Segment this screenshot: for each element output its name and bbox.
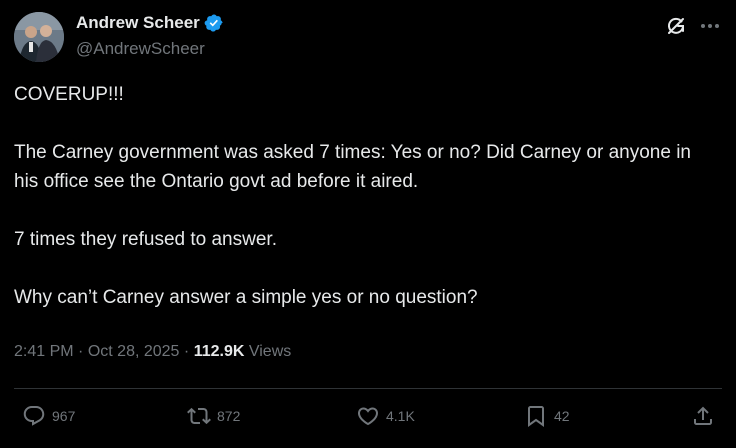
action-bar: 967 872 4.1K 42 bbox=[0, 400, 736, 436]
more-icon[interactable] bbox=[698, 14, 722, 38]
like-button[interactable]: 4.1K bbox=[356, 404, 415, 428]
reply-count: 967 bbox=[52, 408, 76, 424]
reply-button[interactable]: 967 bbox=[22, 404, 75, 428]
avatar[interactable] bbox=[14, 12, 64, 62]
display-name[interactable]: Andrew Scheer bbox=[76, 13, 200, 33]
meta-separator: · bbox=[78, 343, 84, 360]
repost-icon bbox=[187, 407, 211, 425]
post-line: Why can’t Carney answer a simple yes or … bbox=[14, 287, 478, 308]
post-date[interactable]: Oct 28, 2025 bbox=[88, 343, 180, 360]
meta-separator: · bbox=[183, 343, 190, 360]
share-icon bbox=[694, 406, 712, 425]
like-count: 4.1K bbox=[386, 408, 415, 424]
post-text: COVERUP!!! The Carney government was ask… bbox=[14, 80, 714, 312]
author-handle[interactable]: @AndrewScheer bbox=[76, 39, 205, 59]
repost-button[interactable]: 872 bbox=[187, 404, 240, 428]
post-line: The Carney government was asked 7 times:… bbox=[14, 142, 691, 192]
post-time[interactable]: 2:41 PM bbox=[14, 343, 74, 360]
like-icon bbox=[357, 407, 379, 426]
bookmark-count: 42 bbox=[554, 408, 570, 424]
share-button[interactable] bbox=[691, 404, 715, 428]
grok-icon[interactable] bbox=[664, 14, 688, 38]
divider bbox=[14, 388, 722, 389]
author-name-row[interactable]: Andrew Scheer bbox=[76, 13, 224, 33]
post: Andrew Scheer @AndrewScheer COVERUP!!! T… bbox=[0, 0, 736, 448]
verified-icon bbox=[204, 13, 224, 33]
bookmark-button[interactable]: 42 bbox=[524, 404, 570, 428]
views-count[interactable]: 112.9K bbox=[194, 343, 245, 360]
post-line: COVERUP!!! bbox=[14, 84, 124, 105]
bookmark-icon bbox=[528, 406, 544, 427]
post-line: 7 times they refused to answer. bbox=[14, 229, 277, 250]
repost-count: 872 bbox=[217, 408, 241, 424]
reply-icon bbox=[23, 406, 45, 426]
views-label: Views bbox=[248, 343, 292, 360]
post-meta: 2:41 PM · Oct 28, 2025 · 112.9K Views bbox=[14, 343, 291, 361]
